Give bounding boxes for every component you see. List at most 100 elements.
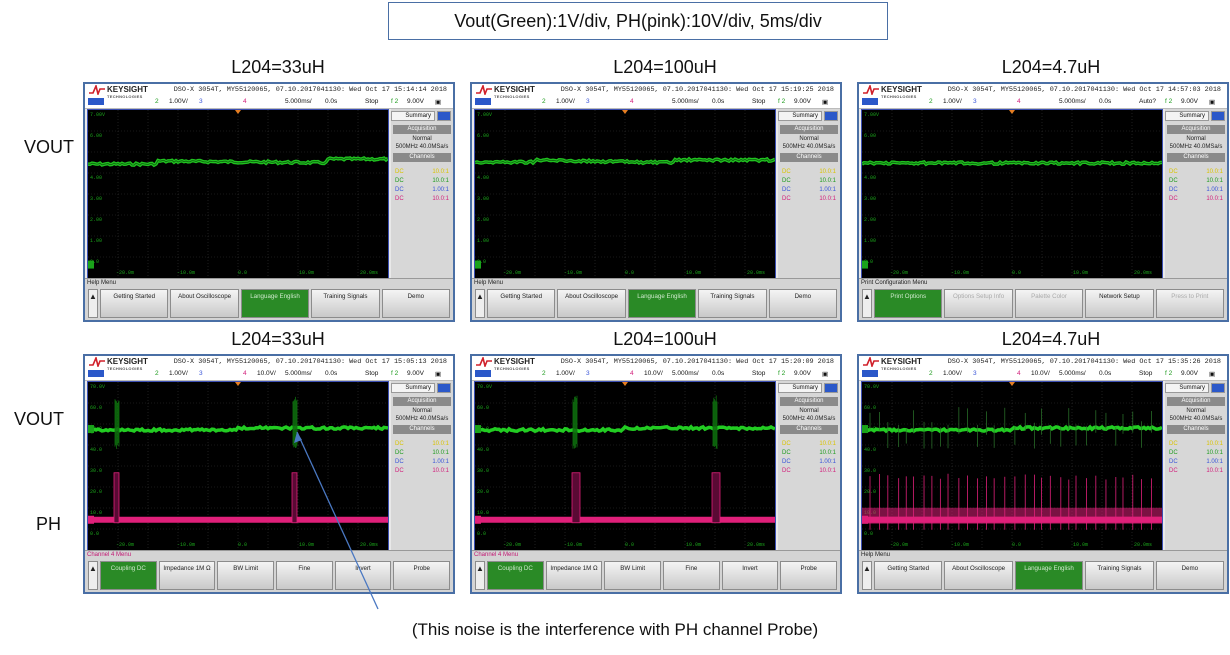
softkey-button[interactable]: Training Signals <box>1085 561 1154 590</box>
softkey-button[interactable]: Impedance 1M Ω <box>545 561 603 590</box>
softkey-button[interactable]: BW Limit <box>217 561 275 590</box>
back-arrow-button[interactable]: ▲ <box>475 561 485 590</box>
x-tick-label: 0.0 <box>625 270 634 276</box>
scope-status-bar: KEYSIGHT TECHNOLOGIES DSO-X 3054T, MY5512… <box>859 84 1227 109</box>
back-arrow-button[interactable]: ▲ <box>862 561 872 590</box>
back-arrow-button[interactable]: ▲ <box>475 289 485 318</box>
y-tick-label: 4.00 <box>477 175 489 181</box>
x-tick-label: -10.0m <box>177 270 195 276</box>
softkey-button[interactable]: Language English <box>1014 561 1084 590</box>
y-tick-label: 6.00 <box>477 133 489 139</box>
summary-tab[interactable]: Summary <box>391 111 435 121</box>
softkey-button[interactable]: Network Setup <box>1085 289 1154 318</box>
softkey-button[interactable]: Training Signals <box>311 289 380 318</box>
summary-tab[interactable]: Summary <box>778 383 822 393</box>
summary-button[interactable] <box>824 383 838 393</box>
softkey-button[interactable]: Invert <box>334 561 392 590</box>
summary-tab[interactable]: Summary <box>778 111 822 121</box>
menu-title: Help Menu <box>861 552 891 558</box>
summary-button[interactable] <box>1211 111 1225 121</box>
channel-row: DC 1.00:1 <box>395 187 449 193</box>
scope-info: DSO-X 3054T, MY55120065, 07.10.201704113… <box>560 358 834 366</box>
softkey-button[interactable]: Getting Started <box>100 289 169 318</box>
softkey-button[interactable]: About Oscilloscope <box>170 289 239 318</box>
x-tick-label: 20.0ms <box>747 270 765 276</box>
softkey-button[interactable]: Invert <box>721 561 779 590</box>
trigger-marker <box>1009 110 1015 114</box>
softkey-button[interactable]: About Oscilloscope <box>557 289 626 318</box>
y-tick-label: 60.0 <box>477 405 489 411</box>
summary-button[interactable] <box>437 383 451 393</box>
channel-row: DC 10.0:1 <box>395 169 449 175</box>
keysight-logo: KEYSIGHT TECHNOLOGIES <box>863 357 922 371</box>
footnote: (This noise is the interference with PH … <box>411 620 819 639</box>
ch2-ground-marker <box>475 260 481 269</box>
caption-100uh-top: L204=100uH <box>613 57 717 77</box>
summary-button[interactable] <box>437 111 451 121</box>
softkey-bar: Print Configuration Menu ▲ Print Options… <box>859 278 1227 320</box>
right-panel: Summary Acquisition Normal 500MHz 40.0MS… <box>391 381 453 551</box>
scope-status-bar: KEYSIGHT TECHNOLOGIES DSO-X 3054T, MY5512… <box>85 356 453 381</box>
softkey-button[interactable]: Language English <box>627 289 697 318</box>
y-tick-label: 2.00 <box>477 217 489 223</box>
acquisition-header: Acquisition <box>393 397 451 406</box>
y-tick-label: 20.0 <box>477 489 489 495</box>
softkey-button[interactable]: Training Signals <box>698 289 767 318</box>
summary-button[interactable] <box>824 111 838 121</box>
softkey-button[interactable]: Impedance 1M Ω <box>158 561 216 590</box>
sample-rate: 500MHz 40.0MSa/s <box>1169 416 1223 422</box>
softkey-button[interactable]: BW Limit <box>604 561 662 590</box>
y-tick-label: 40.0 <box>477 447 489 453</box>
summary-tab[interactable]: Summary <box>391 383 435 393</box>
waveform-display: 7.00V 6.00 4.00 3.00 2.00 1.00 0.0 -20.0m -10.0m… <box>861 109 1163 279</box>
summary-tab[interactable]: Summary <box>1165 111 1209 121</box>
softkey-button[interactable]: Getting Started <box>874 561 943 590</box>
summary-button[interactable] <box>1211 383 1225 393</box>
menu-title: Channel 4 Menu <box>474 552 519 558</box>
softkey-button[interactable]: Language English <box>240 289 310 318</box>
summary-tab[interactable]: Summary <box>1165 383 1209 393</box>
waveform-svg: 7.00V 6.00 4.00 3.00 2.00 1.00 0.0 -20.0m -10.0m… <box>88 110 388 278</box>
keysight-logo: KEYSIGHT TECHNOLOGIES <box>89 85 148 99</box>
channels-header: Channels <box>780 425 838 434</box>
softkey-bar: Help Menu ▲ Getting Started About Oscillo… <box>859 550 1227 592</box>
softkey-button[interactable]: Demo <box>768 289 838 318</box>
x-tick-label: 0.0 <box>1012 270 1021 276</box>
back-arrow-button[interactable]: ▲ <box>862 289 872 318</box>
softkey-button[interactable]: Demo <box>1155 561 1225 590</box>
acquisition-header: Acquisition <box>393 125 451 134</box>
softkey-button[interactable]: Getting Started <box>487 289 556 318</box>
softkey-button[interactable]: Press to Print <box>1155 289 1225 318</box>
x-tick-label: -20.0m <box>503 542 521 548</box>
softkey-button[interactable]: Options Setup Info <box>944 289 1013 318</box>
x-tick-label: -20.0m <box>503 270 521 276</box>
right-panel: Summary Acquisition Normal 500MHz 40.0MS… <box>1165 109 1227 279</box>
softkey-button[interactable]: Print Options <box>874 289 943 318</box>
softkey-button[interactable]: Probe <box>780 561 838 590</box>
channel-row: DC 10.0:1 <box>395 441 449 447</box>
right-panel: Summary Acquisition Normal 500MHz 40.0MS… <box>391 109 453 279</box>
softkey-button[interactable]: About Oscilloscope <box>944 561 1013 590</box>
right-panel: Summary Acquisition Normal 500MHz 40.0MS… <box>778 109 840 279</box>
softkey-button[interactable]: Coupling DC <box>487 561 544 590</box>
waveform-display: 70.0V60.050.040.030.020.010.00.0-20.0m-1… <box>474 381 776 551</box>
back-arrow-button[interactable]: ▲ <box>88 561 98 590</box>
x-tick-label: 0.0 <box>625 542 634 548</box>
softkey-button[interactable]: Fine <box>276 561 333 590</box>
channels-header: Channels <box>393 153 451 162</box>
softkey-button[interactable]: Coupling DC <box>100 561 157 590</box>
y-tick-label: 10.0 <box>477 510 489 516</box>
y-tick-label: 40.0 <box>864 447 876 453</box>
softkey-bar: Help Menu ▲ Getting Started About Oscillo… <box>472 278 840 320</box>
back-arrow-button[interactable]: ▲ <box>88 289 98 318</box>
header-title: Vout(Green):1V/div, PH(pink):10V/div, 5m… <box>388 2 888 40</box>
softkey-button[interactable]: Palette Color <box>1014 289 1084 318</box>
softkey-button[interactable]: Demo <box>381 289 451 318</box>
y-tick-label: 7.00V <box>864 112 879 118</box>
trigger-marker <box>235 382 241 386</box>
menu-title: Print Configuration Menu <box>861 280 928 286</box>
y-tick-label: 4.00 <box>864 175 876 181</box>
softkey-button[interactable]: Probe <box>393 561 451 590</box>
softkey-button[interactable]: Fine <box>663 561 720 590</box>
scope-status-bar: KEYSIGHT TECHNOLOGIES DSO-X 3054T, MY5512… <box>472 84 840 109</box>
